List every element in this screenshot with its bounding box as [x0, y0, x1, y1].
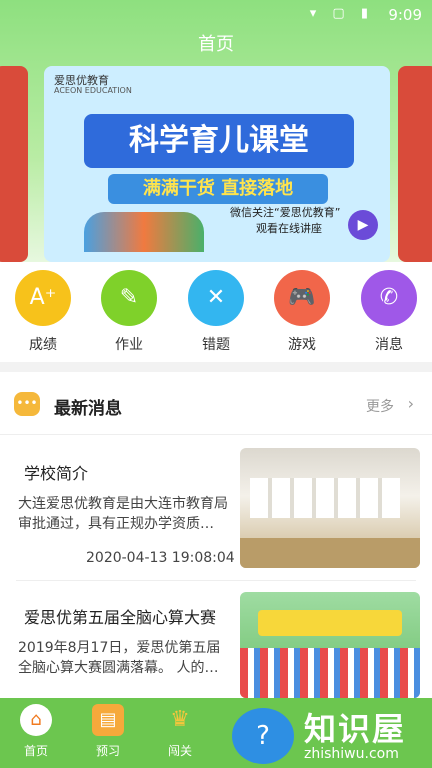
banner-kids-illustration [84, 212, 204, 252]
trophy-icon: ♛ [170, 707, 190, 732]
tab-home[interactable]: ⌂ 首页 [8, 704, 64, 759]
list-item[interactable]: 爱思优第五届全脑心算大赛 2019年8月17日，爱思优第五届全脑心算大赛圆满落幕… [0, 592, 432, 698]
banner-headline: 科学育儿课堂 [84, 114, 354, 168]
news-item-thumbnail [240, 448, 420, 568]
shortcut-messages[interactable]: ✆ 消息 [349, 270, 429, 354]
shortcut-label: 成绩 [29, 337, 57, 353]
gamepad-icon: 🎮 [274, 270, 330, 326]
watermark: ? 知识屋 zhishiwu.com [232, 700, 432, 768]
status-icons: ▾ ▢ ▮ [309, 6, 374, 21]
shortcut-wrong-questions[interactable]: ✕ 错题 [176, 270, 256, 354]
news-header: ••• 最新消息 更多 › [0, 380, 432, 430]
news-item-time: 2020-04-13 19:08:04 [86, 550, 235, 566]
watermark-text: 知识屋 [304, 710, 407, 748]
shortcut-homework[interactable]: ✎ 作业 [89, 270, 169, 354]
phone-icon: ✆ [361, 270, 417, 326]
shortcut-games[interactable]: 🎮 游戏 [262, 270, 342, 354]
watermark-domain: zhishiwu.com [304, 746, 399, 762]
tab-label: 预习 [95, 744, 120, 758]
banner-note-2: 观看在线讲座 [256, 222, 322, 235]
shortcut-grade[interactable]: A⁺ 成绩 [3, 270, 83, 354]
pencil-icon: ✎ [101, 270, 157, 326]
question-monitor-icon: ? [232, 708, 294, 764]
status-bar: ▾ ▢ ▮ 9:09 [0, 0, 432, 30]
chevron-right-icon[interactable]: › [408, 394, 414, 413]
shortcut-label: 作业 [115, 337, 143, 353]
banner-slide[interactable]: 爱思优教育 ACEON EDUCATION 科学育儿课堂 满满干货 直接落地 微… [44, 66, 390, 262]
tab-challenge[interactable]: ♛ 闯关 [152, 704, 208, 759]
news-title: 最新消息 [54, 399, 122, 419]
section-separator [0, 362, 432, 372]
news-item-desc: 2019年8月17日，爱思优第五届全脑心算大赛圆满落幕。 人的… [18, 640, 221, 676]
banner-prev-slide[interactable] [0, 66, 28, 262]
play-icon[interactable]: ▶ [348, 210, 378, 240]
shortcut-label: 错题 [202, 337, 230, 353]
shortcut-bar: A⁺ 成绩 ✎ 作业 ✕ 错题 🎮 游戏 ✆ 消息 [0, 270, 432, 356]
grade-icon: A⁺ [15, 270, 71, 326]
chat-bubble-icon: ••• [14, 392, 40, 416]
divider [16, 580, 416, 581]
banner-subline: 满满干货 直接落地 [108, 174, 328, 204]
wrong-question-icon: ✕ [188, 270, 244, 326]
shortcut-label: 游戏 [288, 337, 316, 353]
home-icon: ⌂ [20, 704, 52, 736]
divider [0, 434, 432, 435]
banner-next-slide[interactable] [398, 66, 432, 262]
page-title: 首页 [198, 34, 234, 55]
banner-note-1: 微信关注“爱思优教育” [230, 206, 341, 219]
news-item-thumbnail [240, 592, 420, 698]
shortcut-label: 消息 [375, 337, 403, 353]
tab-preview[interactable]: ▤ 预习 [80, 704, 136, 759]
more-link[interactable]: 更多 [366, 396, 394, 416]
news-item-title: 爱思优第五届全脑心算大赛 [24, 608, 217, 627]
book-icon: ▤ [92, 704, 124, 736]
banner-brand-en: ACEON EDUCATION [54, 86, 132, 95]
news-item-title: 学校简介 [24, 464, 89, 483]
tab-label: 首页 [23, 744, 48, 758]
list-item[interactable]: 学校简介 大连爱思优教育是由大连市教育局审批通过，具有正规办学资质… 2020-… [0, 448, 432, 572]
news-item-desc: 大连爱思优教育是由大连市教育局审批通过，具有正规办学资质… [18, 496, 228, 532]
tab-label: 闯关 [167, 744, 192, 758]
status-time: 9:09 [388, 6, 422, 24]
